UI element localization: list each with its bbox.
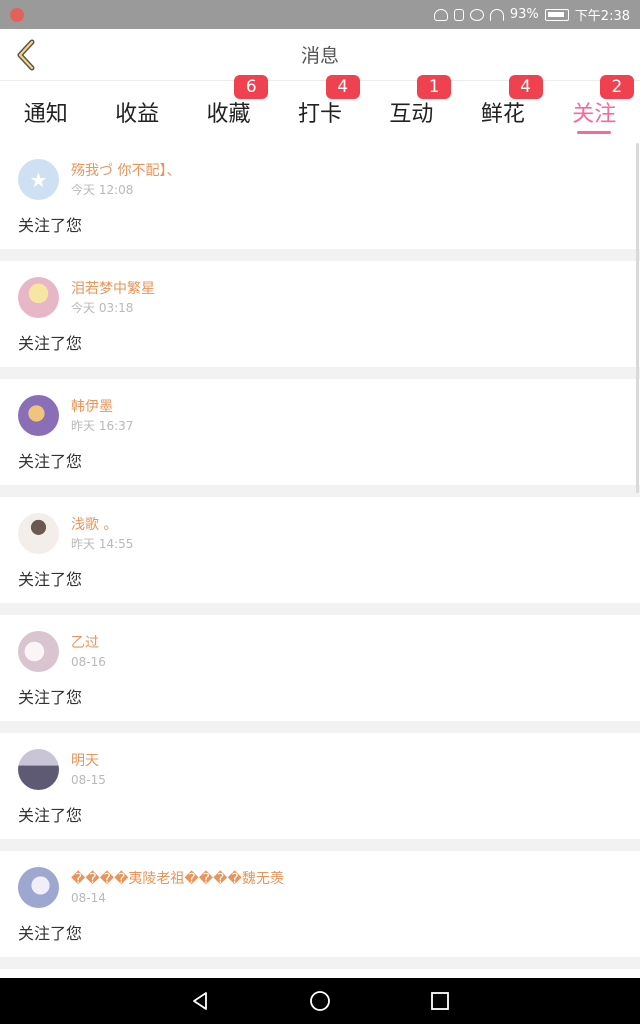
tab-checkin[interactable]: 打卡 4: [274, 75, 365, 143]
list-item[interactable]: 明天 08-15 关注了您: [0, 733, 640, 839]
app-header: 消息: [0, 29, 640, 81]
battery-icon: [544, 8, 569, 21]
tab-badge: 2: [599, 75, 634, 99]
tab-label: 收益: [115, 102, 160, 127]
timestamp: 昨天 16:37: [71, 418, 134, 433]
timestamp: 今天 12:08: [71, 182, 134, 197]
tab-badge: 6: [234, 75, 269, 99]
avatar[interactable]: [18, 513, 59, 554]
timestamp: 08-16: [71, 654, 106, 669]
eye-comfort-icon: [469, 8, 484, 21]
username[interactable]: ����夷陵老祖����魏无羡: [71, 870, 284, 888]
tab-favorites[interactable]: 收藏 6: [183, 75, 274, 143]
username[interactable]: 殇我づ 你不配】、: [71, 162, 180, 180]
tab-badge: 4: [508, 75, 543, 99]
default-avatar-icon: ★: [29, 167, 48, 192]
list-item[interactable]: 乙过 08-16 关注了您: [0, 615, 640, 721]
tab-label: 收藏: [206, 102, 251, 127]
tab-badge: 1: [417, 75, 452, 99]
action-text: 关注了您: [18, 806, 83, 825]
timestamp: 08-15: [71, 772, 106, 787]
active-tab-indicator: [577, 131, 612, 134]
vibrate-icon: [453, 8, 464, 21]
action-text: 关注了您: [18, 924, 83, 943]
tab-label: 通知: [23, 102, 68, 127]
action-text: 关注了您: [18, 570, 83, 589]
avatar[interactable]: ★: [18, 159, 59, 200]
tab-follow[interactable]: 关注 2: [549, 75, 640, 143]
avatar[interactable]: [18, 277, 59, 318]
battery-percent: 93%: [509, 7, 539, 22]
nav-back-button[interactable]: [180, 981, 220, 1021]
message-tabs: 通知 收益 收藏 6 打卡 4 互动 1 鲜花 4 关注 2: [0, 75, 640, 143]
circle-home-icon: [310, 991, 330, 1011]
wifi-icon: [489, 8, 504, 21]
action-text: 关注了您: [18, 452, 83, 471]
page-title: 消息: [300, 45, 339, 67]
status-bar: 93% 下午2:38: [0, 0, 640, 29]
timestamp: 08-14: [71, 890, 106, 905]
follow-message-list: ★ 殇我づ 你不配】、 今天 12:08 关注了您 泪若梦中繁星 今天 03:1…: [0, 143, 640, 978]
list-item[interactable]: 韩伊墨 昨天 16:37 关注了您: [0, 379, 640, 485]
headset-icon: [433, 8, 448, 21]
status-indicators: 93% 下午2:38: [433, 5, 630, 24]
tab-interaction[interactable]: 互动 1: [366, 75, 457, 143]
avatar[interactable]: [18, 395, 59, 436]
avatar[interactable]: [18, 631, 59, 672]
tab-label: 关注: [572, 102, 617, 127]
tab-notice[interactable]: 通知: [0, 81, 91, 143]
tab-label: 鲜花: [480, 102, 525, 127]
tab-badge: 4: [325, 75, 360, 99]
clock: 下午2:38: [574, 9, 630, 24]
action-text: 关注了您: [18, 216, 83, 235]
list-item[interactable]: ★ 殇我づ 你不配】、 今天 12:08 关注了您: [0, 143, 640, 249]
system-nav-bar: [0, 978, 640, 1024]
triangle-back-icon: [193, 992, 207, 1010]
action-text: 关注了您: [18, 334, 83, 353]
action-text: 关注了您: [18, 688, 83, 707]
timestamp: 昨天 14:55: [71, 536, 134, 551]
list-item[interactable]: 浅歌 。 昨天 14:55 关注了您: [0, 497, 640, 603]
back-button[interactable]: [8, 35, 44, 75]
scrollbar[interactable]: [636, 143, 639, 493]
avatar[interactable]: [18, 749, 59, 790]
username[interactable]: 泪若梦中繁星: [71, 280, 155, 298]
username[interactable]: 浅歌 。: [71, 516, 133, 534]
tab-label: 互动: [389, 102, 434, 127]
timestamp: 今天 03:18: [71, 300, 134, 315]
tab-earnings[interactable]: 收益: [91, 81, 182, 143]
username[interactable]: 明天: [71, 752, 106, 770]
username[interactable]: 乙过: [71, 634, 106, 652]
list-item[interactable]: [0, 969, 640, 978]
tab-flowers[interactable]: 鲜花 4: [457, 75, 548, 143]
username[interactable]: 韩伊墨: [71, 398, 133, 416]
square-recents-icon: [431, 992, 449, 1010]
notification-app-icon: [10, 7, 24, 22]
list-item[interactable]: ����夷陵老祖����魏无羡 08-14 关注了您: [0, 851, 640, 957]
list-item[interactable]: 泪若梦中繁星 今天 03:18 关注了您: [0, 261, 640, 367]
nav-home-button[interactable]: [300, 981, 340, 1021]
nav-recents-button[interactable]: [420, 981, 460, 1021]
tab-label: 打卡: [297, 102, 342, 127]
avatar[interactable]: [18, 867, 59, 908]
chevron-left-icon: [17, 39, 35, 71]
